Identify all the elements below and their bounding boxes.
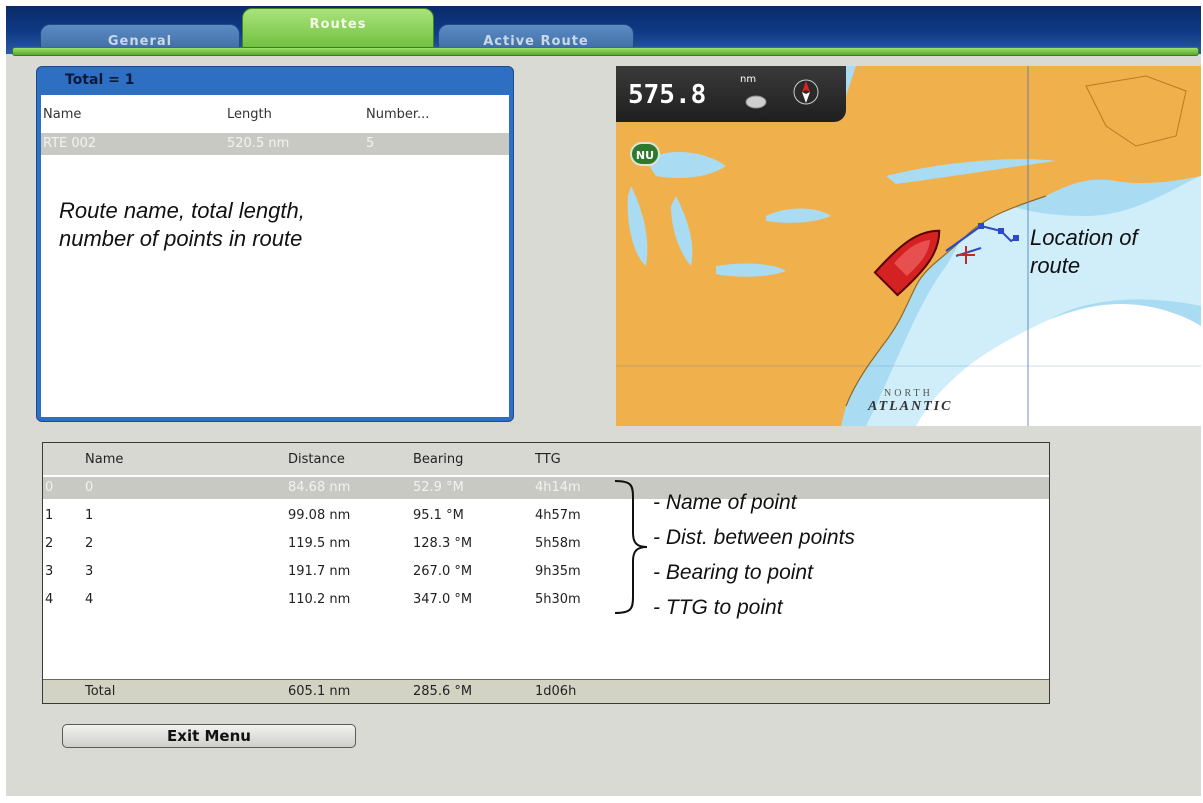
row-ttg: 4h14m [535, 480, 581, 495]
nu-badge: NU [630, 142, 660, 166]
active-tab-strip [12, 47, 1199, 56]
waypoint-annotations: - Name of point - Dist. between points -… [653, 485, 855, 625]
row-name: 0 [85, 480, 94, 495]
annotation-name-of-point: - Name of point [653, 491, 797, 514]
table-row[interactable]: 3 3 191.7 nm 267.0 °M 9h35m [43, 561, 1049, 583]
column-number: Number... [366, 107, 430, 122]
row-ttg: 9h35m [535, 564, 581, 579]
range-value: 575.8 [628, 80, 707, 110]
row-name: 4 [85, 592, 94, 607]
row-distance: 110.2 nm [288, 592, 351, 607]
row-distance: 119.5 nm [288, 536, 351, 551]
route-annotation-line1: Route name, total length, [59, 198, 305, 223]
row-bearing: 52.9 °M [413, 480, 464, 495]
route-list: Name Length Number... RTE 002 520.5 nm 5… [41, 95, 509, 417]
column-length: Length [227, 107, 272, 122]
zoom-icon[interactable] [744, 92, 768, 110]
table-row[interactable]: 4 4 110.2 nm 347.0 °M 5h30m [43, 589, 1049, 611]
total-ttg: 1d06h [535, 684, 577, 699]
row-index: 2 [45, 536, 54, 551]
tab-bar: General Active Route Routes [6, 6, 1201, 56]
range-scale: 575.8 nm [616, 66, 846, 122]
map-annotation-line2: route [1030, 253, 1081, 278]
annotation-distance: - Dist. between points [653, 526, 855, 549]
total-distance: 605.1 nm [288, 684, 351, 699]
column-distance: Distance [288, 452, 345, 467]
route-list-header: Name Length Number... [41, 101, 509, 131]
total-label: Total [85, 684, 116, 699]
range-unit: nm [740, 74, 757, 85]
row-distance: 99.08 nm [288, 508, 351, 523]
row-bearing: 128.3 °M [413, 536, 473, 551]
north-compass-icon[interactable] [792, 78, 820, 106]
row-index: 0 [45, 480, 54, 495]
table-row[interactable]: 1 1 99.08 nm 95.1 °M 4h57m [43, 505, 1049, 527]
annotation-bearing: - Bearing to point [653, 561, 813, 584]
table-row[interactable]: 0 0 84.68 nm 52.9 °M 4h14m [43, 477, 1049, 499]
row-ttg: 5h58m [535, 536, 581, 551]
row-index: 3 [45, 564, 54, 579]
row-index: 4 [45, 592, 54, 607]
map-annotation: Location of route [1030, 224, 1138, 280]
row-distance: 84.68 nm [288, 480, 351, 495]
exit-menu-button[interactable]: Exit Menu [62, 724, 356, 748]
table-total-row: Total 605.1 nm 285.6 °M 1d06h [43, 679, 1049, 703]
route-number: 5 [366, 136, 375, 151]
route-total: Total = 1 [65, 72, 135, 88]
column-name: Name [43, 107, 82, 122]
routes-screen: General Active Route Routes Total = 1 Na… [6, 6, 1201, 796]
route-list-panel: Total = 1 Name Length Number... RTE 002 … [36, 66, 514, 422]
vessel-icon [873, 229, 941, 297]
waypoint-table-header: Name Distance Bearing TTG [43, 443, 1049, 475]
row-index: 1 [45, 508, 54, 523]
chart-map[interactable]: 575.8 nm NU NORTH ATLANTIC Location of r… [616, 66, 1201, 426]
column-bearing: Bearing [413, 452, 464, 467]
route-annotation-line2: number of points in route [59, 226, 303, 251]
row-ttg: 5h30m [535, 592, 581, 607]
map-annotation-line1: Location of [1030, 225, 1138, 250]
row-bearing: 267.0 °M [413, 564, 473, 579]
row-distance: 191.7 nm [288, 564, 351, 579]
annotation-ttg: - TTG to point [653, 596, 783, 619]
route-row[interactable]: RTE 002 520.5 nm 5 [41, 133, 509, 155]
row-bearing: 347.0 °M [413, 592, 473, 607]
brace-icon [614, 480, 648, 614]
tab-routes[interactable]: Routes [242, 8, 434, 52]
route-length: 520.5 nm [227, 136, 290, 151]
row-name: 2 [85, 536, 94, 551]
waypoint-table: Name Distance Bearing TTG 0 0 84.68 nm 5… [42, 442, 1050, 704]
row-name: 1 [85, 508, 94, 523]
route-name: RTE 002 [43, 136, 97, 151]
route-annotation: Route name, total length, number of poin… [59, 197, 305, 253]
row-bearing: 95.1 °M [413, 508, 464, 523]
column-ttg: TTG [535, 452, 561, 467]
total-bearing: 285.6 °M [413, 684, 473, 699]
ocean-label-2: ATLANTIC [868, 399, 953, 414]
column-name: Name [85, 452, 124, 467]
row-ttg: 4h57m [535, 508, 581, 523]
ocean-label: NORTH [884, 388, 933, 399]
table-row[interactable]: 2 2 119.5 nm 128.3 °M 5h58m [43, 533, 1049, 555]
row-name: 3 [85, 564, 94, 579]
